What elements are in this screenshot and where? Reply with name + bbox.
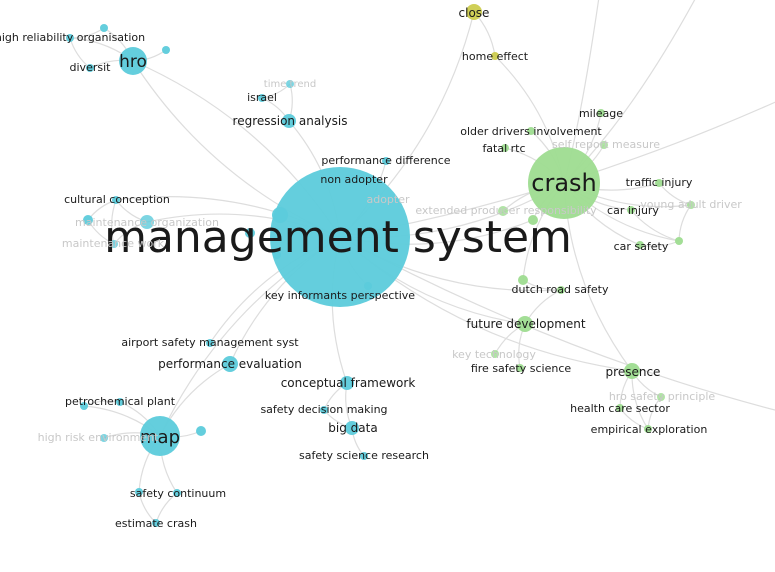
node-label[interactable]: presence xyxy=(606,365,661,379)
node-label[interactable]: empirical exploration xyxy=(591,423,708,436)
node-label[interactable]: conceptual framework xyxy=(281,376,416,390)
node-label[interactable]: traffic injury xyxy=(626,176,693,189)
network-visualization[interactable]: management system hro high reliability org… xyxy=(0,0,775,572)
node-label[interactable]: car safety xyxy=(614,240,669,253)
node-label[interactable]: non adopter xyxy=(320,173,388,186)
node-label[interactable]: crash xyxy=(531,169,596,197)
node-label[interactable]: safety science research xyxy=(299,449,429,462)
node-label[interactable]: car injury xyxy=(607,204,659,217)
node-label[interactable]: estimate crash xyxy=(115,517,197,530)
node-label[interactable]: performance evaluation xyxy=(158,357,302,371)
node-label[interactable]: mileage xyxy=(579,107,623,120)
node-label[interactable]: older drivers involvement xyxy=(460,125,602,138)
node-unlabeled[interactable] xyxy=(162,46,170,54)
node-label[interactable]: dutch road safety xyxy=(512,283,609,296)
node-unlabeled[interactable] xyxy=(196,426,206,436)
node-label[interactable]: performance difference xyxy=(321,154,450,167)
node-label[interactable]: big data xyxy=(328,421,377,435)
node-label[interactable]: safety continuum xyxy=(130,487,226,500)
node-label[interactable]: diversit xyxy=(70,61,112,74)
node-label[interactable]: health care sector xyxy=(570,402,670,415)
node-label[interactable]: close xyxy=(459,6,490,20)
node-label[interactable]: adopter xyxy=(366,193,410,206)
node-label[interactable]: israel xyxy=(247,91,277,104)
node-label[interactable]: self report measure xyxy=(552,138,660,151)
node-label[interactable]: maintenance organization xyxy=(75,216,219,229)
network-canvas[interactable]: management systemhrohigh reliability org… xyxy=(0,0,775,572)
node-label[interactable]: high risk environment xyxy=(38,431,159,444)
node-label[interactable]: time trend xyxy=(264,79,316,90)
node-label[interactable]: petrochemical plant xyxy=(65,395,176,408)
node-label[interactable]: key informants perspective xyxy=(265,289,415,302)
node-label[interactable]: airport safety management syst xyxy=(121,336,299,349)
node-label[interactable]: home effect xyxy=(462,50,529,63)
node-label[interactable]: key technology xyxy=(452,348,536,361)
node-label[interactable]: safety decision making xyxy=(260,403,387,416)
node-label[interactable]: fatal rtc xyxy=(482,142,525,155)
node-label[interactable]: extended producer responsibility xyxy=(415,204,597,217)
node-label[interactable]: hro xyxy=(119,52,147,72)
node-label[interactable]: maintenance work xyxy=(62,237,165,250)
node-label[interactable]: fire safety science xyxy=(471,362,572,375)
node-label[interactable]: cultural conception xyxy=(64,193,170,206)
node-unlabeled[interactable] xyxy=(675,237,683,245)
node-label[interactable]: future development xyxy=(466,317,585,331)
node-label[interactable]: regression analysis xyxy=(233,114,348,128)
node-label[interactable]: high reliability organisation xyxy=(0,31,145,44)
